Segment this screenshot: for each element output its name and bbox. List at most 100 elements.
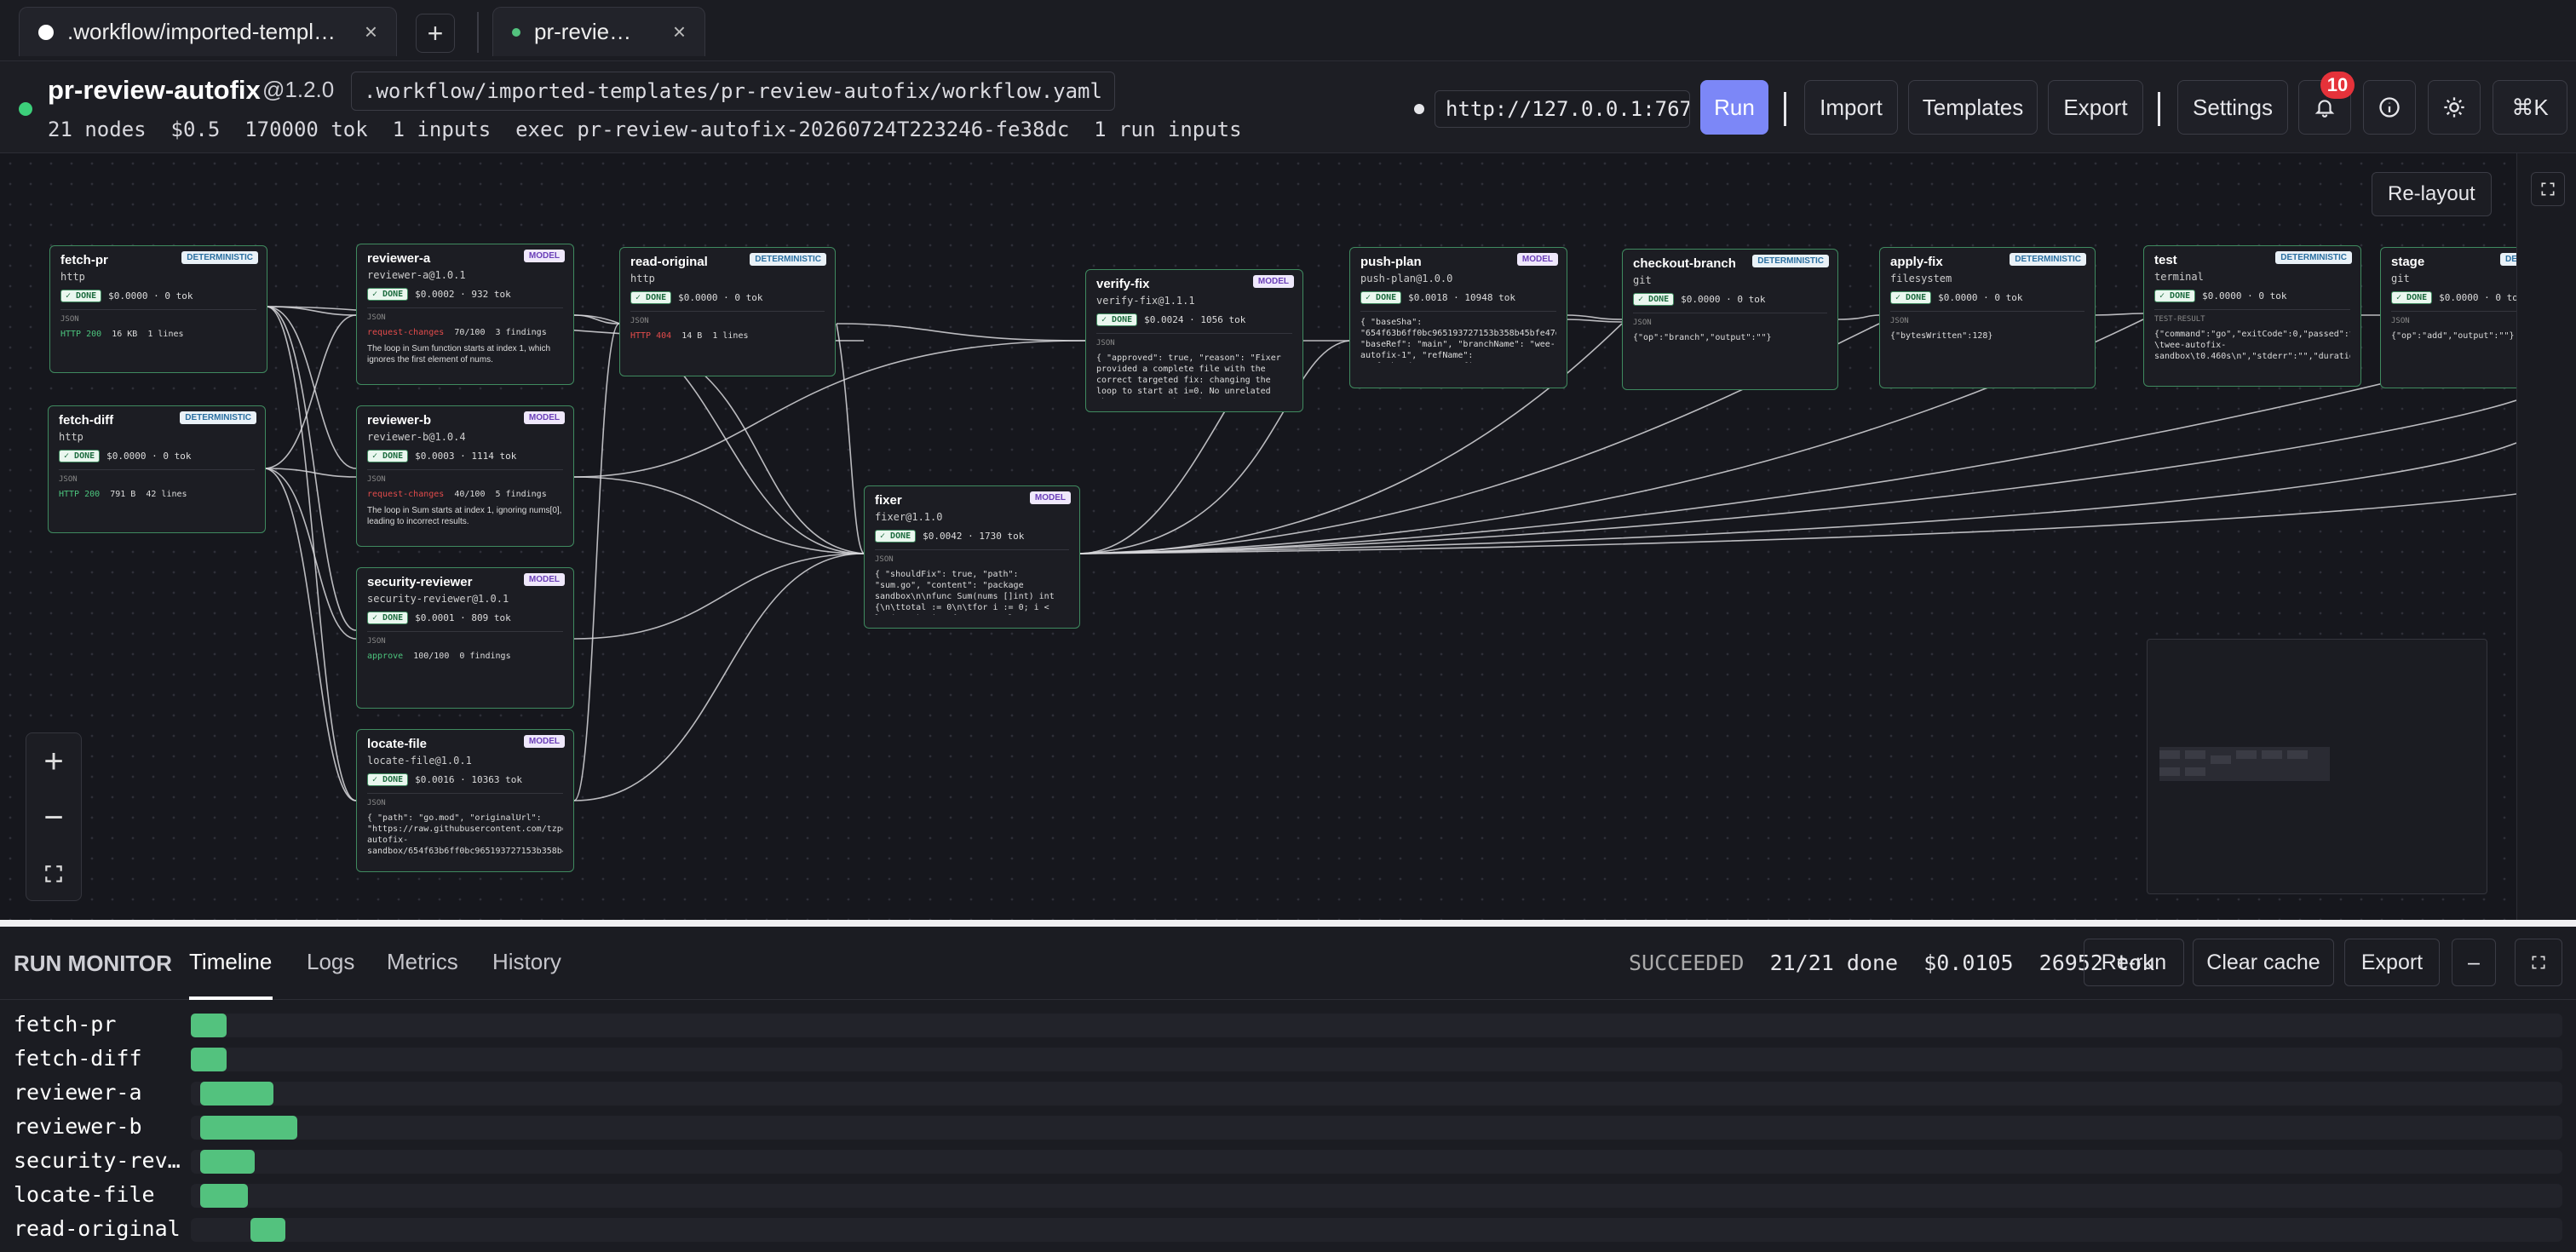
clear-cache-button[interactable]: Clear cache bbox=[2193, 939, 2334, 986]
node-fixer[interactable]: fixer MODEL fixer@1.1.0 ✓ DONE $0.0042 · … bbox=[864, 485, 1080, 629]
timeline-bar[interactable] bbox=[200, 1184, 248, 1208]
node-stats: $0.0016 · 10363 tok bbox=[415, 774, 522, 785]
edge bbox=[573, 553, 865, 640]
node-checkout-branch[interactable]: checkout-branch DETERMINISTIC git ✓ DONE… bbox=[1622, 249, 1838, 390]
node-apply-fix[interactable]: apply-fix DETERMINISTIC filesystem ✓ DON… bbox=[1879, 247, 2096, 388]
timeline-row[interactable]: locate-file bbox=[0, 1179, 2576, 1213]
timeline-bar[interactable] bbox=[200, 1082, 274, 1106]
tab-status-dot bbox=[38, 24, 54, 40]
relayout-button[interactable]: Re-layout bbox=[2372, 172, 2492, 216]
timeline-label: fetch-pr bbox=[14, 1012, 117, 1037]
node-security-reviewer[interactable]: security-reviewer MODEL security-reviewe… bbox=[356, 567, 574, 709]
zoom-out-button[interactable]: − bbox=[26, 790, 81, 846]
node-fetch-pr[interactable]: fetch-pr DETERMINISTIC http ✓ DONE $0.000… bbox=[49, 245, 267, 373]
settings-button[interactable]: Settings bbox=[2177, 80, 2288, 135]
node-detail: HTTP 404 14 B 1 lines bbox=[630, 331, 749, 341]
run-summary: SUCCEEDED 21/21 done $0.0105 26952 tok bbox=[1629, 950, 2154, 975]
status-badge: ✓ DONE bbox=[1096, 313, 1138, 326]
timeline-bar[interactable] bbox=[191, 1014, 227, 1037]
node-subtitle: locate-file@1.0.1 bbox=[367, 755, 472, 767]
templates-button[interactable]: Templates bbox=[1908, 80, 2038, 135]
run-button[interactable]: Run bbox=[1700, 80, 1768, 135]
tab-metrics[interactable]: Metrics bbox=[387, 949, 458, 975]
node-read-original[interactable]: read-original DETERMINISTIC http ✓ DONE $… bbox=[619, 247, 836, 376]
fit-view-icon bbox=[45, 865, 62, 882]
node-stage[interactable]: stage DETERMINISTIC git ✓ DONE $0.0000 · … bbox=[2380, 247, 2516, 388]
node-output: { "approved": true, "reason": "Fixer pro… bbox=[1096, 353, 1291, 399]
bell-icon bbox=[2314, 100, 2335, 118]
workflow-status-dot bbox=[19, 102, 32, 116]
node-reviewer-a[interactable]: reviewer-a MODEL reviewer-a@1.0.1 ✓ DONE… bbox=[356, 244, 574, 385]
node-verify-fix[interactable]: verify-fix MODEL verify-fix@1.1.1 ✓ DONE… bbox=[1085, 269, 1303, 412]
panel-resize-handle[interactable] bbox=[0, 920, 2576, 927]
node-output: { "baseSha": "654f63b6ff0bc965193727153b… bbox=[1360, 318, 1556, 363]
close-icon[interactable]: × bbox=[673, 19, 686, 45]
status-badge: ✓ DONE bbox=[367, 288, 409, 301]
timeline-row[interactable]: fetch-pr bbox=[0, 1008, 2576, 1042]
node-locate-file[interactable]: locate-file MODEL locate-file@1.0.1 ✓ DO… bbox=[356, 729, 574, 872]
node-output-label: JSON bbox=[367, 313, 386, 322]
workflow-meta: 21 nodes $0.5 170000 tok 1 inputs exec p… bbox=[48, 118, 1242, 141]
import-button[interactable]: Import bbox=[1804, 80, 1898, 135]
node-detail: HTTP 200 791 B 42 lines bbox=[59, 490, 187, 499]
run-monitor-header: RUN MONITOR Timeline Logs Metrics Histor… bbox=[0, 927, 2576, 1000]
command-palette-button[interactable]: ⌘K bbox=[2493, 80, 2567, 135]
minimap[interactable] bbox=[2147, 639, 2487, 894]
status-badge: ✓ DONE bbox=[367, 773, 409, 786]
node-kind-badge: MODEL bbox=[1252, 275, 1294, 288]
server-url-input[interactable]: http://127.0.0.1:7676 bbox=[1435, 90, 1690, 128]
workflow-version: @1.2.0 bbox=[262, 77, 335, 102]
timeline-row[interactable]: read-original bbox=[0, 1213, 2576, 1247]
tab-timeline[interactable]: Timeline bbox=[189, 949, 272, 975]
fit-view-button[interactable] bbox=[26, 846, 81, 902]
timeline-bar[interactable] bbox=[250, 1218, 286, 1242]
tab-history[interactable]: History bbox=[492, 949, 561, 975]
timeline-bar[interactable] bbox=[200, 1150, 256, 1174]
theme-toggle-button[interactable] bbox=[2428, 80, 2481, 135]
timeline-label: reviewer-a bbox=[14, 1080, 142, 1105]
node-output: The loop in Sum function starts at index… bbox=[367, 344, 551, 365]
node-reviewer-b[interactable]: reviewer-b MODEL reviewer-b@1.0.4 ✓ DONE… bbox=[356, 405, 574, 547]
timeline-row[interactable]: reviewer-a bbox=[0, 1077, 2576, 1111]
tab-workflow-file[interactable]: .workflow/imported-templ… × bbox=[19, 7, 397, 56]
rerun-button[interactable]: Re-run bbox=[2084, 939, 2184, 986]
node-push-plan[interactable]: push-plan MODEL push-plan@1.0.0 ✓ DONE $0… bbox=[1349, 247, 1567, 388]
minimize-panel-button[interactable]: – bbox=[2452, 939, 2496, 986]
node-subtitle: security-reviewer@1.0.1 bbox=[367, 593, 509, 605]
expand-canvas-button[interactable] bbox=[2531, 172, 2565, 206]
timeline-track bbox=[191, 1218, 2562, 1242]
node-output-label: JSON bbox=[60, 315, 79, 324]
export-button[interactable]: Export bbox=[2048, 80, 2143, 135]
info-button[interactable] bbox=[2363, 80, 2416, 135]
status-badge: ✓ DONE bbox=[2154, 290, 2196, 302]
edge bbox=[1078, 399, 2516, 554]
timeline-row[interactable]: security-reviewer bbox=[0, 1145, 2576, 1179]
node-output-label: JSON bbox=[1096, 339, 1115, 347]
node-test[interactable]: test DETERMINISTIC terminal ✓ DONE $0.000… bbox=[2143, 245, 2361, 387]
new-tab-button[interactable]: + bbox=[416, 14, 455, 53]
tab-logs[interactable]: Logs bbox=[307, 949, 354, 975]
close-icon[interactable]: × bbox=[365, 19, 377, 45]
workflow-canvas[interactable]: fetch-pr DETERMINISTIC http ✓ DONE $0.000… bbox=[0, 153, 2516, 920]
timeline-row[interactable]: reviewer-b bbox=[0, 1111, 2576, 1145]
tab-pr-review[interactable]: pr-revie… × bbox=[492, 7, 705, 56]
header-separator bbox=[1784, 92, 1786, 126]
edge bbox=[573, 476, 865, 554]
workflow-path[interactable]: .workflow/imported-templates/pr-review-a… bbox=[351, 72, 1115, 111]
export-runs-button[interactable]: Export bbox=[2344, 939, 2440, 986]
server-status-dot bbox=[1414, 104, 1424, 114]
zoom-in-button[interactable]: + bbox=[26, 733, 81, 790]
maximize-panel-button[interactable] bbox=[2515, 939, 2562, 986]
timeline-bar[interactable] bbox=[191, 1048, 227, 1071]
edge bbox=[836, 323, 865, 554]
node-fetch-diff[interactable]: fetch-diff DETERMINISTIC http ✓ DONE $0.0… bbox=[48, 405, 266, 533]
status-badge: ✓ DONE bbox=[630, 291, 672, 304]
node-kind-badge: MODEL bbox=[523, 573, 565, 586]
node-stats: $0.0002 · 932 tok bbox=[415, 289, 511, 300]
timeline-bar[interactable] bbox=[200, 1116, 298, 1140]
node-kind-badge: MODEL bbox=[523, 250, 565, 262]
timeline-row[interactable]: fetch-diff bbox=[0, 1042, 2576, 1077]
edge bbox=[2093, 313, 2144, 316]
status-badge: ✓ DONE bbox=[2391, 291, 2433, 304]
node-subtitle: git bbox=[2391, 273, 2410, 284]
